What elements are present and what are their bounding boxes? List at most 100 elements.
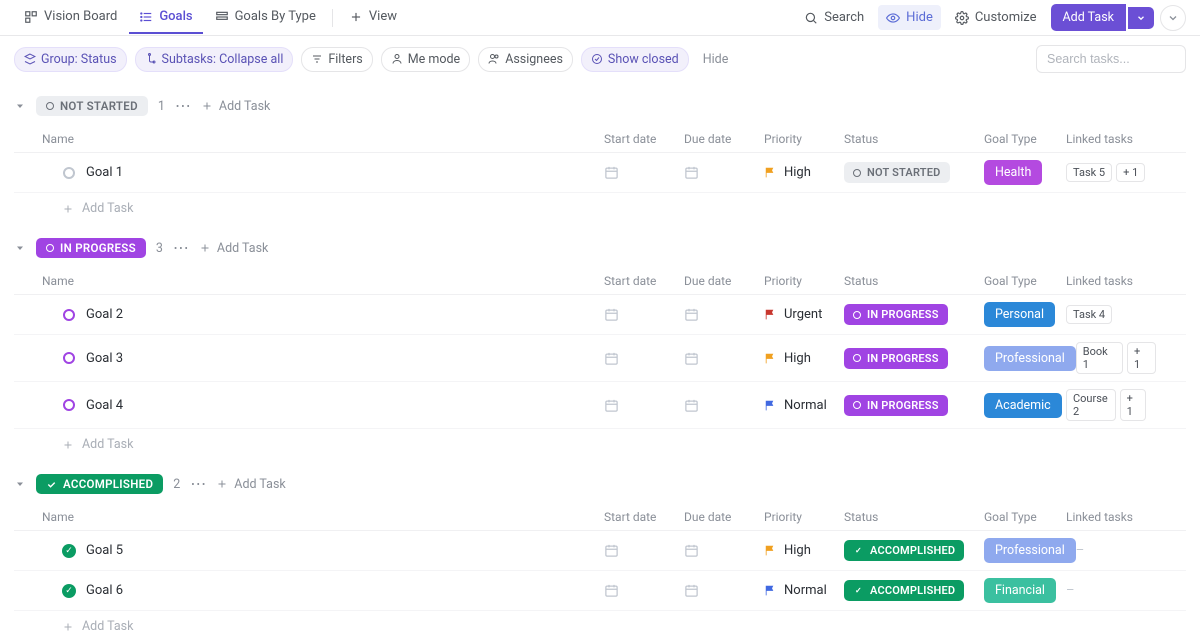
view-tab-goals-by-type[interactable]: Goals By Type [205,1,326,34]
linked-chip[interactable]: + 1 [1127,342,1156,374]
group-add-task[interactable]: Add Task [199,241,268,256]
collapse-toggle[interactable] [14,478,26,490]
col-type-header[interactable]: Goal Type [984,510,1066,524]
col-due-header[interactable]: Due date [684,132,764,146]
view-tab-goals[interactable]: Goals [129,1,202,34]
collapse-toggle[interactable] [14,242,26,254]
col-status-header[interactable]: Status [844,510,984,524]
col-status-header[interactable]: Status [844,274,984,288]
goal-type-badge[interactable]: Professional [984,346,1076,371]
col-priority-header[interactable]: Priority [764,132,844,146]
subtasks-chip[interactable]: Subtasks: Collapse all [135,47,294,72]
task-row[interactable]: Goal 2 Urgent IN PROGRESS Personal Task … [14,295,1186,335]
calendar-icon[interactable] [604,165,619,180]
add-task-row[interactable]: Add Task [14,193,1186,224]
group-status-pill[interactable]: NOT STARTED [36,96,148,116]
col-start-header[interactable]: Start date [604,274,684,288]
linked-chip[interactable]: Course 2 [1066,389,1116,421]
calendar-icon[interactable] [684,165,699,180]
hide-filters-link[interactable]: Hide [703,52,729,67]
calendar-icon[interactable] [604,307,619,322]
calendar-icon[interactable] [684,398,699,413]
task-row[interactable]: ✓ Goal 5 High ✓ACCOMPLISHED Professional… [14,531,1186,571]
assignees-chip[interactable]: Assignees [478,47,573,72]
goal-type-badge[interactable]: Academic [984,393,1062,418]
filters-chip[interactable]: Filters [301,47,372,72]
view-tab-vision-board[interactable]: Vision Board [14,1,127,34]
status-badge[interactable]: ✓ACCOMPLISHED [844,580,964,601]
group-status-pill[interactable]: IN PROGRESS [36,238,146,258]
goal-type-badge[interactable]: Personal [984,302,1055,327]
linked-chip[interactable]: Book 1 [1076,342,1123,374]
task-row[interactable]: ✓ Goal 6 Normal ✓ACCOMPLISHED Financial … [14,571,1186,611]
group-more-button[interactable]: ⋯ [190,476,206,492]
col-type-header[interactable]: Goal Type [984,274,1066,288]
collapse-toggle[interactable] [14,100,26,112]
hide-button[interactable]: Hide [878,5,941,30]
task-row[interactable]: Goal 4 Normal IN PROGRESS Academic Cours… [14,382,1186,429]
calendar-icon[interactable] [604,543,619,558]
col-due-header[interactable]: Due date [684,274,764,288]
col-start-header[interactable]: Start date [604,132,684,146]
col-linked-header[interactable]: Linked tasks [1066,274,1146,288]
customize-button[interactable]: Customize [947,5,1045,30]
status-badge[interactable]: IN PROGRESS [844,395,948,416]
add-task-button[interactable]: Add Task [1051,4,1126,31]
priority-cell[interactable]: Normal [764,398,844,413]
priority-cell[interactable]: Urgent [764,307,844,322]
add-view-button[interactable]: View [339,1,407,34]
more-menu-button[interactable] [1160,5,1186,31]
status-badge[interactable]: IN PROGRESS [844,304,948,325]
col-priority-header[interactable]: Priority [764,510,844,524]
status-badge[interactable]: NOT STARTED [844,162,950,183]
status-badge[interactable]: IN PROGRESS [844,348,948,369]
group-add-task[interactable]: Add Task [216,477,285,492]
group-add-task[interactable]: Add Task [201,99,270,114]
add-task-row[interactable]: Add Task [14,611,1186,642]
status-ring-icon[interactable] [62,398,76,412]
status-badge[interactable]: ✓ACCOMPLISHED [844,540,964,561]
calendar-icon[interactable] [604,351,619,366]
group-chip[interactable]: Group: Status [14,47,127,72]
calendar-icon[interactable] [684,351,699,366]
calendar-icon[interactable] [684,307,699,322]
calendar-icon[interactable] [684,583,699,598]
search-button[interactable]: Search [796,5,872,30]
show-closed-chip[interactable]: Show closed [581,47,689,72]
goal-type-badge[interactable]: Professional [984,538,1076,563]
status-ring-icon[interactable] [62,351,76,365]
col-name-header[interactable]: Name [42,274,604,288]
col-start-header[interactable]: Start date [604,510,684,524]
calendar-icon[interactable] [604,398,619,413]
col-status-header[interactable]: Status [844,132,984,146]
col-due-header[interactable]: Due date [684,510,764,524]
calendar-icon[interactable] [684,543,699,558]
priority-cell[interactable]: Normal [764,583,844,598]
col-linked-header[interactable]: Linked tasks [1066,132,1146,146]
status-check-icon[interactable]: ✓ [62,584,76,598]
col-linked-header[interactable]: Linked tasks [1066,510,1146,524]
task-row[interactable]: Goal 3 High IN PROGRESS Professional Boo… [14,335,1186,382]
me-mode-chip[interactable]: Me mode [381,47,470,72]
calendar-icon[interactable] [604,583,619,598]
linked-chip[interactable]: + 1 [1120,389,1146,421]
col-type-header[interactable]: Goal Type [984,132,1066,146]
add-task-dropdown[interactable] [1128,7,1154,29]
status-ring-icon[interactable] [62,308,76,322]
col-name-header[interactable]: Name [42,132,604,146]
linked-chip[interactable]: + 1 [1116,163,1145,182]
status-ring-icon[interactable] [62,166,76,180]
col-name-header[interactable]: Name [42,510,604,524]
priority-cell[interactable]: High [764,351,844,366]
goal-type-badge[interactable]: Health [984,160,1042,185]
col-priority-header[interactable]: Priority [764,274,844,288]
status-check-icon[interactable]: ✓ [62,544,76,558]
search-tasks-input[interactable] [1036,45,1186,73]
linked-chip[interactable]: Task 5 [1066,163,1112,182]
group-status-pill[interactable]: ACCOMPLISHED [36,474,163,494]
add-task-row[interactable]: Add Task [14,429,1186,460]
linked-chip[interactable]: Task 4 [1066,305,1112,324]
priority-cell[interactable]: High [764,543,844,558]
group-more-button[interactable]: ⋯ [173,240,189,256]
task-row[interactable]: Goal 1 High NOT STARTED Health Task 5+ 1 [14,153,1186,193]
